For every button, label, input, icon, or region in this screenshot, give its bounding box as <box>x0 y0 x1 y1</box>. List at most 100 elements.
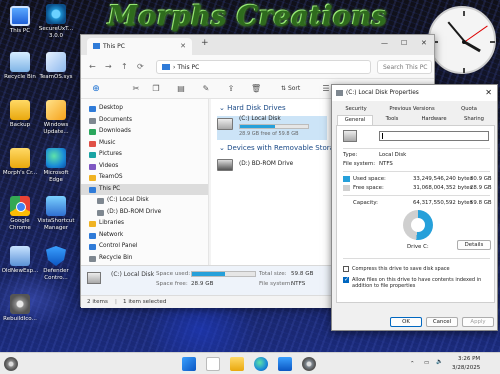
sidebar-item-local-disk-c[interactable]: (C:) Local Disk <box>81 195 208 207</box>
sidebar-item-music[interactable]: Music <box>81 138 208 150</box>
store-icon[interactable] <box>278 357 292 371</box>
start-button-icon[interactable] <box>182 357 196 371</box>
search-input[interactable]: Search This PC <box>377 60 432 74</box>
drive-tile-c[interactable]: (C:) Local Disk 28.9 GB free of 59.8 GB <box>217 116 327 140</box>
task-view-icon[interactable] <box>206 357 220 371</box>
address-bar[interactable]: › This PC <box>156 60 371 74</box>
this-pc-icon <box>89 186 96 193</box>
clock-time[interactable]: 3:26 PM <box>458 356 480 362</box>
back-arrow-icon[interactable]: ← <box>89 62 96 71</box>
general-tab-panel: Type: Local Disk File system: NTFS Used … <box>336 125 495 303</box>
sidebar-item-desktop[interactable]: Desktop <box>81 103 208 115</box>
desktop-icon-recycle-bin[interactable]: Recycle Bin <box>0 52 40 81</box>
paste-icon[interactable]: ▤ <box>176 84 186 94</box>
section-hard-disk-drives[interactable]: ⌄ Hard Disk Drives <box>219 104 286 112</box>
edge-icon[interactable] <box>254 357 268 371</box>
sidebar-item-network[interactable]: Network <box>81 230 208 242</box>
tab-sharing[interactable]: Sharing <box>456 116 492 122</box>
sidebar-item-teamos[interactable]: TeamOS <box>81 172 208 184</box>
file-explorer-icon[interactable] <box>230 357 244 371</box>
desktop-icon-chrome[interactable]: Google Chrome <box>0 196 40 231</box>
ok-button[interactable]: OK <box>390 317 422 327</box>
compress-checkbox[interactable] <box>343 266 349 272</box>
drive-name-input[interactable] <box>379 131 489 141</box>
details-usage-bar <box>191 271 256 277</box>
apply-button[interactable]: Apply <box>462 317 494 327</box>
up-arrow-icon[interactable]: ↑ <box>121 62 128 71</box>
desktop-icon-this-pc[interactable]: This PC <box>0 6 40 35</box>
network-icon[interactable]: ▭ <box>424 360 429 366</box>
sidebar-item-bd-rom-d[interactable]: (D:) BD-ROM Drive <box>81 207 208 219</box>
desktop-icon-old-new-explorer[interactable]: OldNewExp... <box>0 246 40 275</box>
libraries-icon <box>89 221 96 227</box>
folder-icon <box>10 100 30 120</box>
close-button[interactable]: ✕ <box>421 39 427 47</box>
teamos-icon <box>46 52 66 72</box>
forward-arrow-icon[interactable]: → <box>105 62 112 71</box>
desktop-icon-defender[interactable]: Defender Contro... <box>36 246 76 281</box>
tab-quota[interactable]: Quota <box>450 106 488 112</box>
disk-usage-donut <box>403 210 433 240</box>
sidebar-item-this-pc[interactable]: This PC <box>81 183 208 195</box>
tab-previous-versions[interactable]: Previous Versions <box>384 106 440 112</box>
cut-icon[interactable]: ✂ <box>131 84 141 94</box>
refresh-icon[interactable]: ⟳ <box>137 62 144 71</box>
sidebar-item-downloads[interactable]: Downloads <box>81 126 208 138</box>
share-icon[interactable]: ⇪ <box>226 84 236 94</box>
copy-icon[interactable]: ❐ <box>151 84 161 94</box>
desktop-banner: Morphs Creations <box>107 1 388 32</box>
desktop-icon-rebuild[interactable]: RebuildIco... <box>0 294 40 323</box>
drive-icon <box>336 90 343 96</box>
taskbar: ⌃ ▭ 🔈 3:26 PM 3/28/2025 <box>0 352 500 374</box>
recycle-bin-icon <box>10 52 30 72</box>
index-checkbox[interactable] <box>343 276 349 283</box>
sidebar-item-pictures[interactable]: Pictures <box>81 149 208 161</box>
chrome-icon <box>10 196 30 216</box>
desktop-icon-windows-update[interactable]: Windows Update... <box>36 100 76 135</box>
rename-icon[interactable]: ✎ <box>201 84 211 94</box>
sidebar-item-recycle-bin[interactable]: Recycle Bin <box>81 253 208 265</box>
settings-icon[interactable] <box>302 357 316 371</box>
sidebar-item-videos[interactable]: Videos <box>81 161 208 173</box>
section-removable-storage[interactable]: ⌄ Devices with Removable Storage <box>219 144 343 152</box>
this-pc-icon <box>93 43 100 49</box>
details-button[interactable]: Details <box>457 240 491 250</box>
rebuild-icon <box>10 294 30 314</box>
desktop-icon-morphs-creations[interactable]: Morph's Cr... <box>0 148 40 177</box>
this-pc-icon <box>10 6 30 26</box>
sort-button[interactable]: ⇅ Sort <box>281 85 300 92</box>
delete-icon[interactable]: 🗑 <box>251 84 261 94</box>
new-tab-button[interactable]: + <box>201 38 209 48</box>
minimize-button[interactable]: — <box>381 39 388 47</box>
drive-c-usage-bar <box>239 124 309 129</box>
cancel-button[interactable]: Cancel <box>426 317 458 327</box>
close-icon[interactable]: ✕ <box>485 88 492 97</box>
widgets-icon[interactable] <box>4 357 18 371</box>
sidebar-item-documents[interactable]: Documents <box>81 115 208 127</box>
properties-title-bar: (C:) Local Disk Properties ✕ <box>332 85 497 101</box>
tab-security[interactable]: Security <box>338 106 374 112</box>
clock-hour-hand <box>463 40 481 53</box>
desktop-icon-secure-ux[interactable]: SecureUxT... 3.0.0 <box>36 4 76 39</box>
downloads-icon <box>89 129 96 135</box>
maximize-button[interactable]: ☐ <box>401 39 407 47</box>
close-tab-icon[interactable]: ✕ <box>180 42 186 50</box>
tab-hardware[interactable]: Hardware <box>416 116 452 122</box>
desktop-icon-teamos[interactable]: TeamOS.sys <box>36 52 76 81</box>
desktop-icon-edge[interactable]: Microsoft Edge <box>36 148 76 183</box>
sidebar-item-libraries[interactable]: Libraries <box>81 218 208 230</box>
sidebar-item-control-panel[interactable]: Control Panel <box>81 241 208 253</box>
desktop-icon-vista-shortcut[interactable]: VistaShortcut Manager <box>36 196 76 231</box>
new-item-icon[interactable]: ⊕ <box>91 84 101 94</box>
tab-tools[interactable]: Tools <box>374 116 410 122</box>
optical-drive-icon <box>217 159 233 171</box>
optical-drive-icon <box>97 209 104 216</box>
chevron-up-icon[interactable]: ⌃ <box>410 361 415 367</box>
clock-date[interactable]: 3/28/2025 <box>452 365 480 371</box>
desktop-icon-backup[interactable]: Backup <box>0 100 40 129</box>
explorer-tab[interactable]: This PC ✕ <box>87 38 192 55</box>
defender-icon <box>46 246 66 266</box>
view-icon[interactable]: ☰ <box>321 84 331 94</box>
drive-tile-d[interactable]: (D:) BD-ROM Drive <box>217 157 327 179</box>
volume-icon[interactable]: 🔈 <box>436 359 443 365</box>
